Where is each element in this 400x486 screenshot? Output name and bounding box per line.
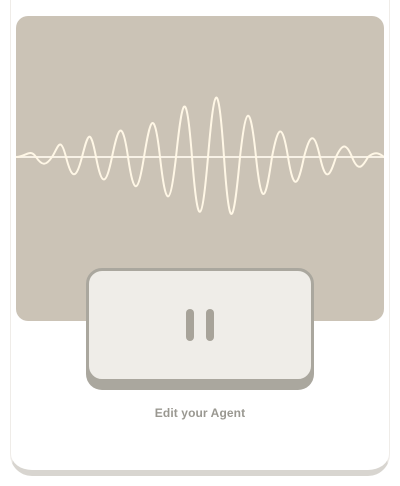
pause-icon-right-bar <box>206 309 214 341</box>
pause-icon <box>186 308 214 342</box>
pause-icon-left-bar <box>186 309 194 341</box>
edit-agent-link[interactable]: Edit your Agent <box>0 406 400 420</box>
waveform-line <box>16 96 384 215</box>
pause-button[interactable] <box>86 268 314 382</box>
